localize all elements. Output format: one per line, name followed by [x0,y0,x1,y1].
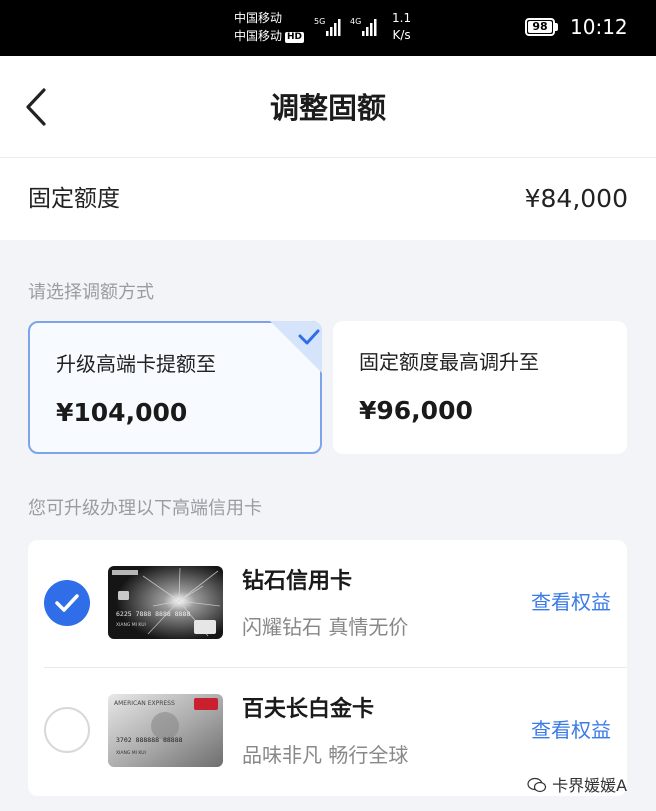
option-fixed-card[interactable]: 固定额度最高调升至 ¥96,000 [333,321,627,454]
wechat-icon [527,777,547,793]
card-holder: XIANG MI KUI [116,622,146,628]
nav-bar: 调整固额 [0,56,656,158]
card-holder: XIANG MI KUI [116,750,146,756]
option-title: 固定额度最高调升至 [359,350,539,374]
option-amount: ¥96,000 [359,396,473,425]
carrier-1: 中国移动 [234,11,283,25]
battery-tip [555,23,558,31]
option-upgrade-card[interactable]: 升级高端卡提额至 ¥104,000 [28,321,322,454]
fixed-limit-value: ¥84,000 [524,184,628,213]
card-number: 3702 888888 88888 [116,736,183,744]
speed-value: 1.1 [392,11,412,25]
selected-corner-badge [270,321,322,373]
speed-unit: K/s [392,28,411,42]
hd-badge: HD [285,32,305,43]
view-benefits-link[interactable]: 查看权益 [531,715,611,745]
cards-hint: 您可升级办理以下高端信用卡 [28,498,262,519]
card-slogan: 闪耀钻石 真情无价 [242,615,409,639]
network-speed: 1.1 K/s [392,10,411,44]
carrier-2: 中国移动 [234,29,283,43]
check-icon [55,594,79,612]
checkmark-icon [270,321,322,373]
card-brand: AMERICAN EXPRESS [114,700,175,707]
net-type-1: 5G [314,17,325,26]
signal-icon: 5G 4G [314,17,377,36]
page-title: 调整固额 [269,91,386,125]
card-slogan: 品味非凡 畅行全球 [242,743,409,767]
net-type-2: 4G [350,17,361,26]
fixed-limit-label: 固定额度 [28,186,120,212]
battery-level: 98 [528,21,552,33]
diamond-card-image: 6225 7888 8888 8888 XIANG MI KUI [108,566,223,639]
option-title: 升级高端卡提额至 [56,352,216,376]
method-hint: 请选择调额方式 [28,282,154,303]
card-list: 6225 7888 8888 8888 XIANG MI KUI 钻石信用卡 闪… [28,540,627,796]
fixed-limit-row: 固定额度 ¥84,000 [0,158,656,240]
view-benefits-link[interactable]: 查看权益 [531,587,611,617]
watermark-text: 卡界媛媛A [552,776,628,795]
clock: 10:12 [570,15,628,39]
watermark: 卡界媛媛A [527,774,627,798]
card-number: 6225 7888 8888 8888 [116,610,190,618]
radio-unselected[interactable] [44,707,90,753]
status-bar: 中国移动 中国移动 HD 5G 4G 1.1 K/s 98 10:12 [0,0,656,56]
battery-icon: 98 [525,18,555,36]
centurion-card-image: AMERICAN EXPRESS 3702 888888 88888 XIANG… [108,694,223,767]
option-amount: ¥104,000 [56,398,188,427]
carrier-info: 中国移动 中国移动 HD [234,9,305,45]
radio-selected[interactable] [44,580,90,626]
card-name: 百夫长白金卡 [242,697,375,722]
card-name: 钻石信用卡 [242,569,353,594]
card-row-diamond[interactable]: 6225 7888 8888 8888 XIANG MI KUI 钻石信用卡 闪… [28,540,627,668]
